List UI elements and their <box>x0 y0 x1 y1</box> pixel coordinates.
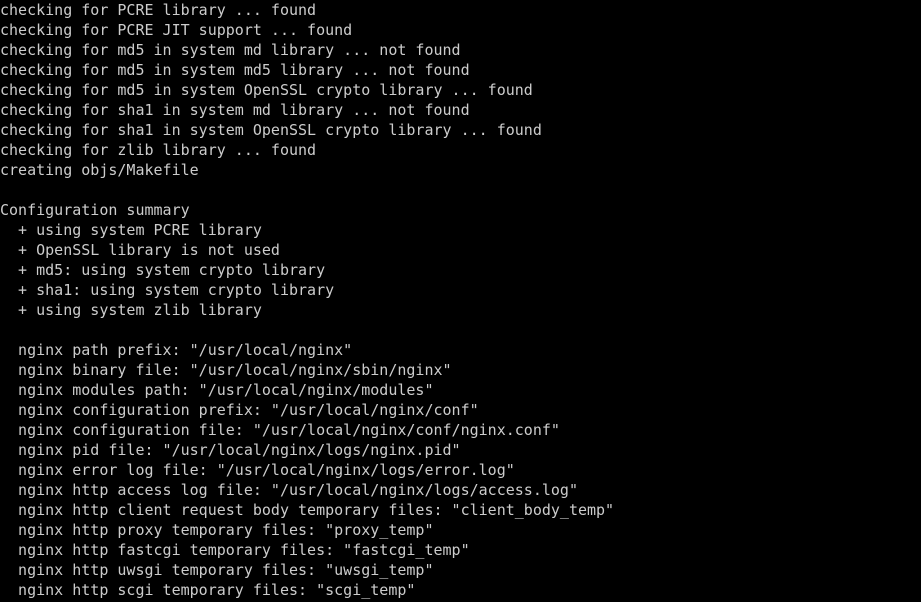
terminal-line: nginx binary file: "/usr/local/nginx/sbi… <box>0 361 452 379</box>
terminal-line: + OpenSSL library is not used <box>0 241 280 259</box>
terminal-line: nginx http client request body temporary… <box>0 501 615 519</box>
terminal-line: + md5: using system crypto library <box>0 261 326 279</box>
terminal-line: nginx http fastcgi temporary files: "fas… <box>0 541 470 559</box>
terminal-line: checking for zlib library ... found <box>0 141 317 159</box>
terminal-line: nginx configuration prefix: "/usr/local/… <box>0 401 479 419</box>
terminal-line: nginx error log file: "/usr/local/nginx/… <box>0 461 515 479</box>
terminal-line: + using system PCRE library <box>0 221 262 239</box>
terminal-line: nginx http access log file: "/usr/local/… <box>0 481 578 499</box>
terminal-line: nginx http uwsgi temporary files: "uwsgi… <box>0 561 434 579</box>
terminal-line: checking for sha1 in system md library .… <box>0 101 470 119</box>
terminal-line: + sha1: using system crypto library <box>0 281 335 299</box>
terminal-line: creating objs/Makefile <box>0 161 199 179</box>
terminal-line: nginx http scgi temporary files: "scgi_t… <box>0 581 416 599</box>
terminal-line: nginx path prefix: "/usr/local/nginx" <box>0 341 353 359</box>
terminal-line: + using system zlib library <box>0 301 262 319</box>
terminal-line: nginx configuration file: "/usr/local/ng… <box>0 421 560 439</box>
terminal-line: nginx modules path: "/usr/local/nginx/mo… <box>0 381 434 399</box>
terminal-line: nginx http proxy temporary files: "proxy… <box>0 521 434 539</box>
terminal-line: checking for sha1 in system OpenSSL cryp… <box>0 121 542 139</box>
terminal-line: checking for md5 in system md library ..… <box>0 41 461 59</box>
terminal-output-pane[interactable]: checking for PCRE library ... found check… <box>0 0 921 602</box>
terminal-line: checking for PCRE library ... found <box>0 1 317 19</box>
terminal-line: checking for md5 in system md5 library .… <box>0 61 470 79</box>
terminal-line: nginx pid file: "/usr/local/nginx/logs/n… <box>0 441 461 459</box>
terminal-line: checking for md5 in system OpenSSL crypt… <box>0 81 533 99</box>
terminal-line: Configuration summary <box>0 201 190 219</box>
terminal-line: checking for PCRE JIT support ... found <box>0 21 353 39</box>
